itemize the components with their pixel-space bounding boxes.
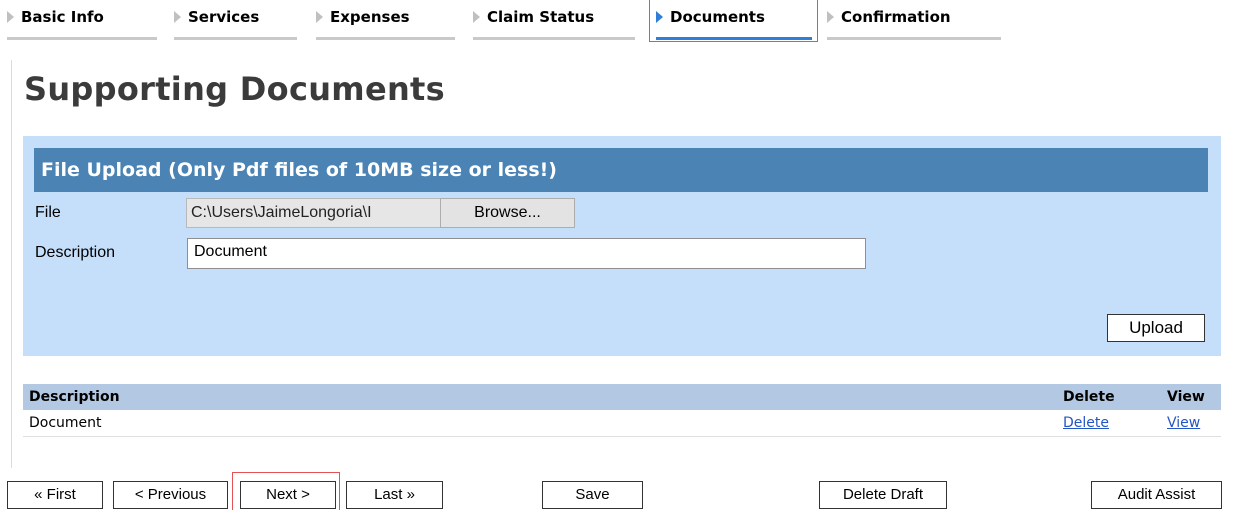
tab-arrow-icon <box>827 10 834 23</box>
delete-draft-button[interactable]: Delete Draft <box>819 481 947 509</box>
first-button[interactable]: « First <box>7 481 103 509</box>
documents-table: Description Delete View Document Delete … <box>23 384 1221 437</box>
previous-button[interactable]: < Previous <box>113 481 228 509</box>
column-header-description: Description <box>29 389 120 405</box>
last-button[interactable]: Last » <box>346 481 443 509</box>
file-label: File <box>35 204 61 221</box>
save-button[interactable]: Save <box>542 481 643 509</box>
column-header-view: View <box>1167 389 1205 405</box>
upload-button[interactable]: Upload <box>1107 314 1205 342</box>
tab-label: Claim Status <box>487 7 595 26</box>
table-row: Document Delete View <box>23 410 1221 437</box>
page-title: Supporting Documents <box>24 70 445 108</box>
tab-label: Confirmation <box>841 7 951 26</box>
table-header-row: Description Delete View <box>23 384 1221 410</box>
view-link[interactable]: View <box>1167 415 1200 431</box>
documents-tab-highlight <box>649 0 818 42</box>
content-left-border <box>11 60 12 468</box>
tab-arrow-icon <box>7 10 14 23</box>
description-input[interactable]: Document <box>187 238 866 269</box>
file-path-field[interactable]: C:\Users\JaimeLongoria\I <box>186 198 445 228</box>
document-description: Document <box>29 415 102 431</box>
next-button-highlight <box>232 472 340 510</box>
browse-button[interactable]: Browse... <box>440 198 575 228</box>
step-tabs: Basic Info Services Expenses Claim Statu… <box>0 0 1247 44</box>
file-upload-panel: File Upload (Only Pdf files of 10MB size… <box>23 136 1221 356</box>
tab-arrow-icon <box>473 10 480 23</box>
tab-expenses[interactable]: Expenses <box>316 0 455 40</box>
tab-label: Basic Info <box>21 7 104 26</box>
tab-confirmation[interactable]: Confirmation <box>827 0 1001 40</box>
file-upload-header: File Upload (Only Pdf files of 10MB size… <box>34 148 1208 192</box>
tab-claim-status[interactable]: Claim Status <box>473 0 635 40</box>
tab-arrow-icon <box>316 10 323 23</box>
delete-link[interactable]: Delete <box>1063 415 1109 431</box>
tab-label: Expenses <box>330 7 410 26</box>
tab-services[interactable]: Services <box>174 0 297 40</box>
tab-basic-info[interactable]: Basic Info <box>7 0 157 40</box>
tab-label: Services <box>188 7 260 26</box>
column-header-delete: Delete <box>1063 389 1115 405</box>
description-label: Description <box>35 244 116 261</box>
tab-arrow-icon <box>174 10 181 23</box>
audit-assist-button[interactable]: Audit Assist <box>1091 481 1222 509</box>
